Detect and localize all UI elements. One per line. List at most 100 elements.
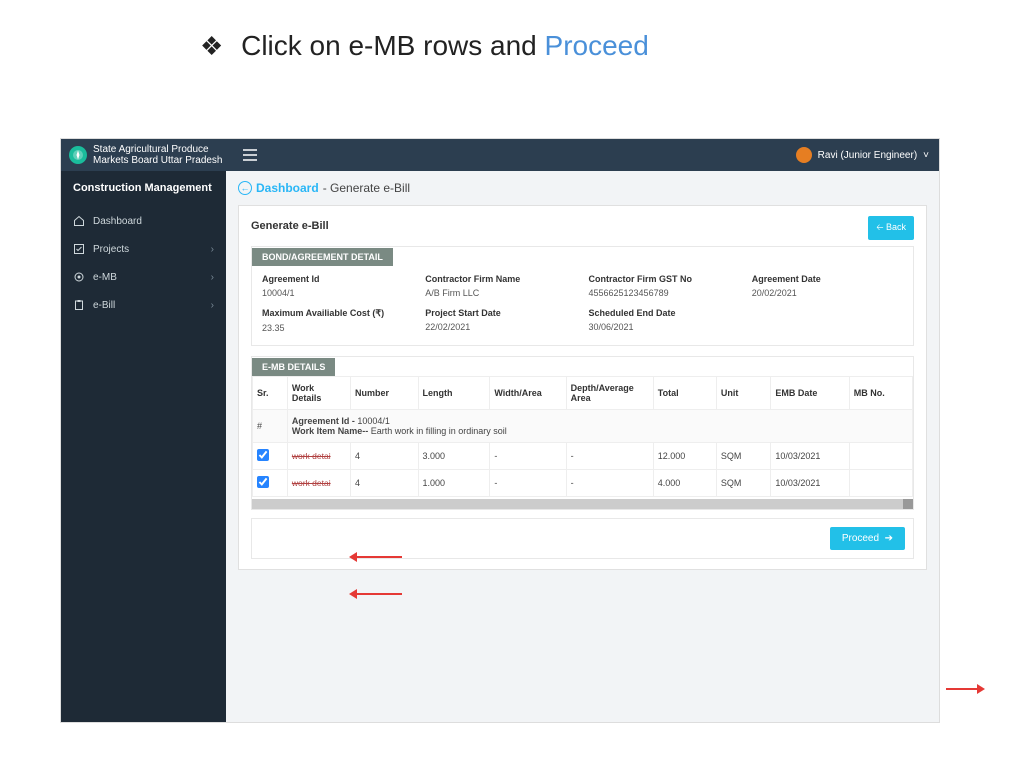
table-header: Work Details — [287, 377, 350, 410]
sidebar-item-label: Projects — [93, 244, 129, 255]
detail-value: 23.35 — [262, 323, 413, 333]
slide-highlight: Proceed — [545, 30, 649, 61]
cell: - — [566, 443, 653, 470]
cell: 3.000 — [418, 443, 490, 470]
cell: SQM — [716, 470, 770, 497]
detail-label: Contractor Firm Name — [425, 274, 576, 284]
slide-title: ❖ Click on e-MB rows and Proceed — [0, 0, 1024, 62]
detail-value: 4556625123456789 — [589, 288, 740, 298]
sidebar-item-label: Dashboard — [93, 216, 142, 227]
emb-section: E-MB DETAILS Sr.Work DetailsNumberLength… — [251, 356, 914, 510]
table-header: Unit — [716, 377, 770, 410]
proceed-button-label: Proceed — [842, 533, 879, 544]
chevron-right-icon: › — [211, 300, 214, 311]
detail-value: 20/02/2021 — [752, 288, 903, 298]
cell: 10/03/2021 — [771, 470, 849, 497]
back-button-label: Back — [886, 222, 906, 232]
cell: 4 — [351, 470, 419, 497]
user-menu[interactable]: Ravi (Junior Engineer) ˅ — [796, 147, 929, 163]
cell: 10/03/2021 — [771, 443, 849, 470]
detail-label: Maximum Availiable Cost (₹) — [262, 308, 413, 319]
group-desc: Agreement Id - 10004/1Work Item Name-- E… — [287, 410, 912, 443]
work-detail-link[interactable]: work detai — [292, 452, 331, 461]
table-header: Width/Area — [490, 377, 566, 410]
panel-title: Generate e-Bill — [251, 220, 329, 232]
detail-value: 30/06/2021 — [589, 322, 740, 332]
circle-icon — [73, 271, 85, 283]
org-line2: Markets Board Uttar Pradesh — [93, 155, 223, 166]
detail-cell — [752, 308, 903, 333]
org-name: State Agricultural Produce Markets Board… — [93, 144, 223, 166]
cell: 4.000 — [653, 470, 716, 497]
table-group-row: #Agreement Id - 10004/1Work Item Name-- … — [253, 410, 913, 443]
table-header: Depth/Average Area — [566, 377, 653, 410]
org-logo-icon — [69, 146, 87, 164]
sidebar-item-emb[interactable]: e-MB › — [61, 263, 226, 291]
work-detail-link[interactable]: work detai — [292, 479, 331, 488]
content-area: ← Dashboard - Generate e-Bill Generate e… — [226, 171, 939, 722]
breadcrumb: ← Dashboard - Generate e-Bill — [238, 181, 927, 195]
cell: - — [490, 470, 566, 497]
panel: Generate e-Bill 🡠 Back BOND/AGREEMENT DE… — [238, 205, 927, 570]
back-circle-icon[interactable]: ← — [238, 181, 252, 195]
chevron-right-icon: › — [211, 272, 214, 283]
cell: SQM — [716, 443, 770, 470]
hamburger-icon[interactable] — [243, 149, 257, 161]
table-header: EMB Date — [771, 377, 849, 410]
cell: - — [490, 443, 566, 470]
sidebar-item-label: e-MB — [93, 272, 117, 283]
table-header: Sr. — [253, 377, 288, 410]
detail-cell: Maximum Availiable Cost (₹) 23.35 — [262, 308, 413, 333]
cell: work detai — [287, 470, 350, 497]
sidebar: Construction Management Dashboard Projec… — [61, 171, 226, 722]
table-header: MB No. — [849, 377, 912, 410]
table-row: work detai43.000--12.000SQM10/03/2021 — [253, 443, 913, 470]
annotation-arrow — [352, 556, 402, 558]
sidebar-item-ebill[interactable]: e-Bill › — [61, 291, 226, 319]
cell — [849, 470, 912, 497]
horizontal-scrollbar[interactable] — [252, 499, 913, 509]
emb-table: Sr.Work DetailsNumberLengthWidth/AreaDep… — [252, 376, 913, 497]
table-header: Number — [351, 377, 419, 410]
sidebar-item-projects[interactable]: Projects › — [61, 235, 226, 263]
detail-label: Scheduled End Date — [589, 308, 740, 318]
app-frame: State Agricultural Produce Markets Board… — [60, 138, 940, 723]
detail-cell: Contractor Firm NameA/B Firm LLC — [425, 274, 576, 298]
row-checkbox[interactable] — [257, 449, 269, 461]
avatar — [796, 147, 812, 163]
chevron-down-icon: ˅ — [923, 150, 929, 161]
cell — [849, 443, 912, 470]
user-name: Ravi (Junior Engineer) — [818, 150, 918, 161]
detail-cell: Agreement Date20/02/2021 — [752, 274, 903, 298]
detail-cell: Agreement Id10004/1 — [262, 274, 413, 298]
cell: 4 — [351, 443, 419, 470]
clipboard-icon — [73, 299, 85, 311]
detail-cell: Project Start Date22/02/2021 — [425, 308, 576, 333]
row-checkbox[interactable] — [257, 476, 269, 488]
slide-text: Click on e-MB rows and — [241, 30, 544, 61]
home-icon — [73, 215, 85, 227]
detail-label: Contractor Firm GST No — [589, 274, 740, 284]
emb-section-head: E-MB DETAILS — [252, 358, 335, 376]
table-header: Total — [653, 377, 716, 410]
agreement-section-head: BOND/AGREEMENT DETAIL — [252, 248, 393, 266]
breadcrumb-link[interactable]: Dashboard — [256, 181, 319, 195]
annotation-arrow — [352, 593, 402, 595]
cell: 12.000 — [653, 443, 716, 470]
cell: 1.000 — [418, 470, 490, 497]
row-checkbox-cell — [253, 470, 288, 497]
panel-header: Generate e-Bill 🡠 Back — [251, 216, 914, 240]
check-icon — [73, 243, 85, 255]
chevron-right-icon: › — [211, 244, 214, 255]
proceed-button[interactable]: Proceed ➔ — [830, 527, 905, 550]
table-header: Length — [418, 377, 490, 410]
cell: work detai — [287, 443, 350, 470]
group-hash: # — [253, 410, 288, 443]
agreement-section: BOND/AGREEMENT DETAIL Agreement Id10004/… — [251, 246, 914, 346]
topbar: State Agricultural Produce Markets Board… — [61, 139, 939, 171]
org-line1: State Agricultural Produce — [93, 144, 223, 155]
sidebar-item-dashboard[interactable]: Dashboard — [61, 207, 226, 235]
table-row: work detai41.000--4.000SQM10/03/2021 — [253, 470, 913, 497]
detail-label: Project Start Date — [425, 308, 576, 318]
back-button[interactable]: 🡠 Back — [868, 216, 914, 240]
